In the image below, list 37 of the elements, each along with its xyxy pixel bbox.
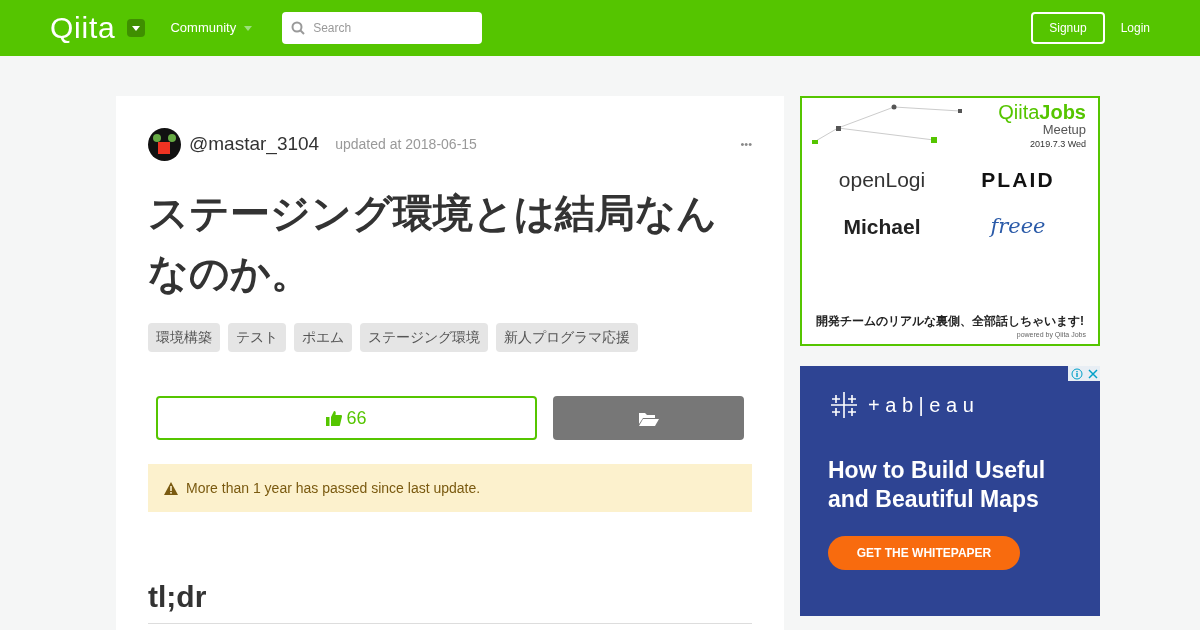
dropdown-button[interactable]	[127, 19, 146, 37]
close-icon[interactable]	[1087, 368, 1098, 379]
sponsor-logo: openLogi	[837, 166, 927, 193]
folder-icon	[638, 410, 659, 426]
updated-date: updated at 2018-06-15	[335, 135, 477, 154]
ad-info-icon[interactable]	[1068, 366, 1100, 381]
brand-name: Qiita	[998, 101, 1040, 123]
tag-link[interactable]: 環境構築	[148, 323, 220, 352]
stock-button[interactable]	[553, 396, 744, 440]
sponsor-logo: freee	[988, 213, 1047, 241]
sponsor-logo: PLAID	[980, 166, 1056, 193]
search-icon	[291, 21, 306, 35]
brand-name: Jobs	[1039, 101, 1086, 123]
info-icon	[1070, 367, 1083, 380]
author-link[interactable]: @mastar_3104	[189, 130, 320, 159]
event-date: 2019.7.3 Wed	[1030, 138, 1086, 152]
caret-icon	[244, 25, 253, 31]
plus-grid-icon	[828, 390, 860, 420]
search-field[interactable]: Search	[282, 12, 483, 44]
ad-headline: How to Build Useful and Beautiful Maps	[828, 456, 1047, 514]
ad-tagline: 開発チームのリアルな裏側、全部話しちゃいます!	[815, 312, 1085, 330]
tag-link[interactable]: ステージング環境	[360, 323, 488, 352]
event-name: Meetup	[1042, 122, 1086, 139]
sponsor-logo: Michael	[842, 214, 922, 241]
notice-text: More than 1 year has passed since last update.	[186, 478, 481, 498]
tag-link[interactable]: テスト	[228, 323, 286, 352]
tableau-logo: + a b | e a u	[868, 393, 974, 418]
more-button[interactable]: •••	[740, 139, 752, 150]
caret-icon	[132, 25, 141, 31]
tableau-ad-banner[interactable]: + a b | e a u How to Build Useful and Beautiful Maps GET THE WHITEPAPER	[800, 366, 1100, 616]
avatar-icon	[148, 128, 181, 161]
warning-icon	[164, 481, 178, 495]
section-heading: tl;dr	[148, 574, 752, 624]
thumbs-up-icon	[326, 410, 343, 426]
tag-link[interactable]: ポエム	[294, 323, 352, 352]
tag-link[interactable]: 新人プログラマ応援	[496, 323, 638, 352]
article-title: ステージング環境とは結局なんなのか。	[148, 190, 718, 297]
